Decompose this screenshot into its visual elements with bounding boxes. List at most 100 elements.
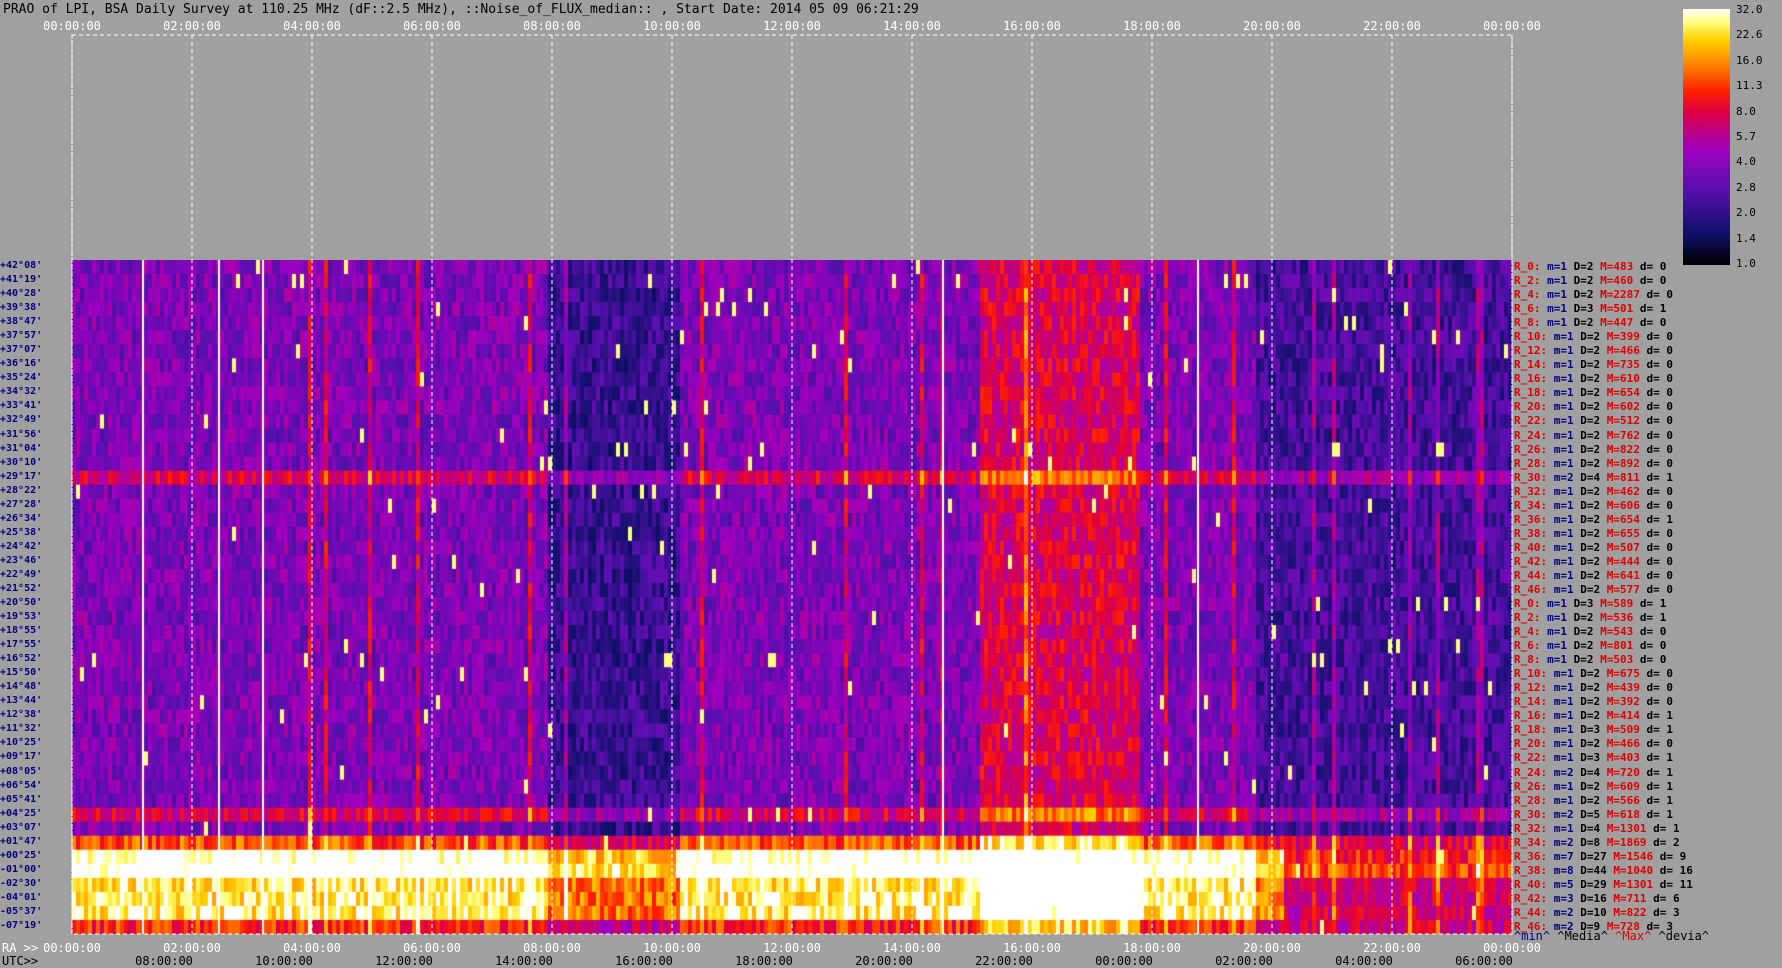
stat-m: m=1 — [1553, 484, 1581, 498]
stat-r: R_36: — [1514, 849, 1554, 863]
stat-r: R_4: — [1514, 625, 1548, 639]
stat-m: m=1 — [1547, 274, 1574, 288]
declination-label: +30°10' — [0, 457, 42, 469]
stat-row: R_38: m=1 D=2 M=655 d= 0 — [1514, 527, 1673, 541]
stat-d: d= 0 — [1646, 681, 1674, 695]
stat-d: d= 0 — [1646, 737, 1674, 751]
declination-value: +37°07' — [0, 344, 43, 356]
declination-label: +28°22' — [0, 485, 42, 497]
declination-label: +06°54' — [0, 780, 42, 792]
stat-row: R_40: m=1 D=2 M=507 d= 0 — [1514, 541, 1673, 555]
declination-value: -07°19' — [0, 919, 43, 931]
stat-M: M=602 — [1606, 400, 1647, 414]
declination-value: +16°52' — [0, 653, 43, 665]
stat-m: m=1 — [1553, 526, 1581, 540]
stat-m: m=1 — [1547, 260, 1574, 273]
stat-m: m=1 — [1547, 302, 1574, 316]
declination-value: +10°25' — [0, 737, 43, 749]
stat-M: M=392 — [1606, 695, 1647, 709]
stat-d: d= 1 — [1653, 821, 1680, 835]
stat-d: d= 0 — [1646, 498, 1674, 512]
declination-value: +31°56' — [0, 428, 43, 440]
stat-D: D=16 — [1580, 891, 1614, 905]
stat-row: R_2: m=1 D=2 M=460 d= 0 — [1514, 274, 1666, 288]
declination-value: +33°41' — [0, 400, 43, 412]
stat-r: R_18: — [1514, 386, 1554, 400]
stat-D: D=2 — [1573, 316, 1601, 330]
declination-label: -04°01' — [0, 892, 42, 904]
stat-D: D=2 — [1573, 288, 1601, 302]
declination-label: +31°56' — [0, 429, 42, 441]
declination-value: +41°19' — [0, 274, 43, 286]
stat-m: m=1 — [1553, 709, 1581, 723]
stat-M: M=822 — [1613, 905, 1654, 919]
stats-legend: ^min^ ^Media^ ^Max^ ^devia^ — [1514, 929, 1709, 943]
stat-d: d= 0 — [1639, 316, 1667, 330]
stat-D: D=2 — [1580, 400, 1607, 414]
stat-d: d= 0 — [1646, 414, 1674, 428]
stat-m: m=1 — [1553, 456, 1581, 470]
stat-D: D=2 — [1580, 414, 1607, 428]
stat-M: M=1546 — [1613, 849, 1660, 863]
declination-value: +06°54' — [0, 779, 43, 791]
stat-d: d= 0 — [1646, 372, 1674, 386]
declination-value: +19°53' — [0, 611, 43, 623]
declination-value: +38°47' — [0, 316, 43, 328]
stat-m: m=1 — [1547, 316, 1574, 330]
stat-m: m=2 — [1553, 470, 1581, 484]
declination-value: -05°37' — [0, 905, 43, 917]
stat-D: D=2 — [1573, 639, 1601, 653]
stat-d: d= 1 — [1646, 779, 1674, 793]
stat-m: m=1 — [1553, 751, 1581, 765]
stat-D: D=2 — [1573, 653, 1601, 667]
stat-D: D=2 — [1580, 498, 1607, 512]
stat-m: m=1 — [1547, 639, 1574, 653]
declination-value: +36°16' — [0, 358, 43, 370]
stat-row: R_26: m=1 D=2 M=609 d= 1 — [1514, 780, 1673, 794]
stat-M: M=655 — [1606, 526, 1647, 540]
declination-label: +05°41' — [0, 794, 42, 806]
stat-d: d= 1 — [1639, 597, 1667, 610]
declination-label: +14°48' — [0, 681, 42, 693]
stat-M: M=503 — [1600, 653, 1640, 667]
stat-M: M=566 — [1606, 793, 1647, 807]
ra-tick-label: 04:00:00 — [283, 941, 341, 955]
stat-M: M=762 — [1606, 428, 1647, 442]
stat-d: d= 0 — [1646, 386, 1674, 400]
declination-label: +19°53' — [0, 611, 42, 623]
stat-d: d= 1 — [1639, 611, 1667, 625]
stat-r: R_14: — [1514, 358, 1554, 372]
declination-label: +18°55' — [0, 625, 42, 637]
stat-d: d= 0 — [1646, 330, 1674, 344]
colorbar — [1683, 9, 1730, 265]
declination-label: +12°38' — [0, 709, 42, 721]
ra-tick-label: 08:00:00 — [523, 941, 581, 955]
stat-m: m=1 — [1553, 498, 1581, 512]
declination-value: +26°34' — [0, 512, 43, 524]
declination-value: +34°32' — [0, 386, 43, 398]
utc-tick-label: 04:00:00 — [1335, 954, 1393, 968]
stat-r: R_24: — [1514, 765, 1554, 779]
stat-d: d= 16 — [1659, 863, 1693, 877]
colorbar-tick-label: 4.0 — [1736, 155, 1756, 169]
stat-d: d= 0 — [1646, 695, 1674, 709]
stat-m: m=1 — [1553, 428, 1581, 442]
stat-m: m=1 — [1553, 330, 1581, 344]
ra-tick-label: 18:00:00 — [1123, 941, 1181, 955]
stat-D: D=2 — [1580, 681, 1607, 695]
stat-M: M=1301 — [1606, 821, 1654, 835]
declination-label: +04°25' — [0, 808, 42, 820]
stat-m: m=2 — [1553, 835, 1581, 849]
stat-row: R_14: m=1 D=2 M=392 d= 0 — [1514, 695, 1673, 709]
stat-row: R_24: m=1 D=2 M=762 d= 0 — [1514, 429, 1673, 443]
stat-row: R_14: m=1 D=2 M=735 d= 0 — [1514, 358, 1673, 372]
declination-label: +16°52' — [0, 653, 42, 665]
ra-tick-label: 16:00:00 — [1003, 941, 1061, 955]
stat-r: R_42: — [1514, 554, 1554, 568]
stat-r: R_34: — [1514, 498, 1554, 512]
stat-M: M=641 — [1606, 568, 1647, 582]
legend-min: ^min^ — [1514, 929, 1551, 943]
stat-D: D=2 — [1580, 386, 1607, 400]
declination-value: +31°04' — [0, 442, 43, 454]
stat-D: D=2 — [1580, 344, 1607, 358]
